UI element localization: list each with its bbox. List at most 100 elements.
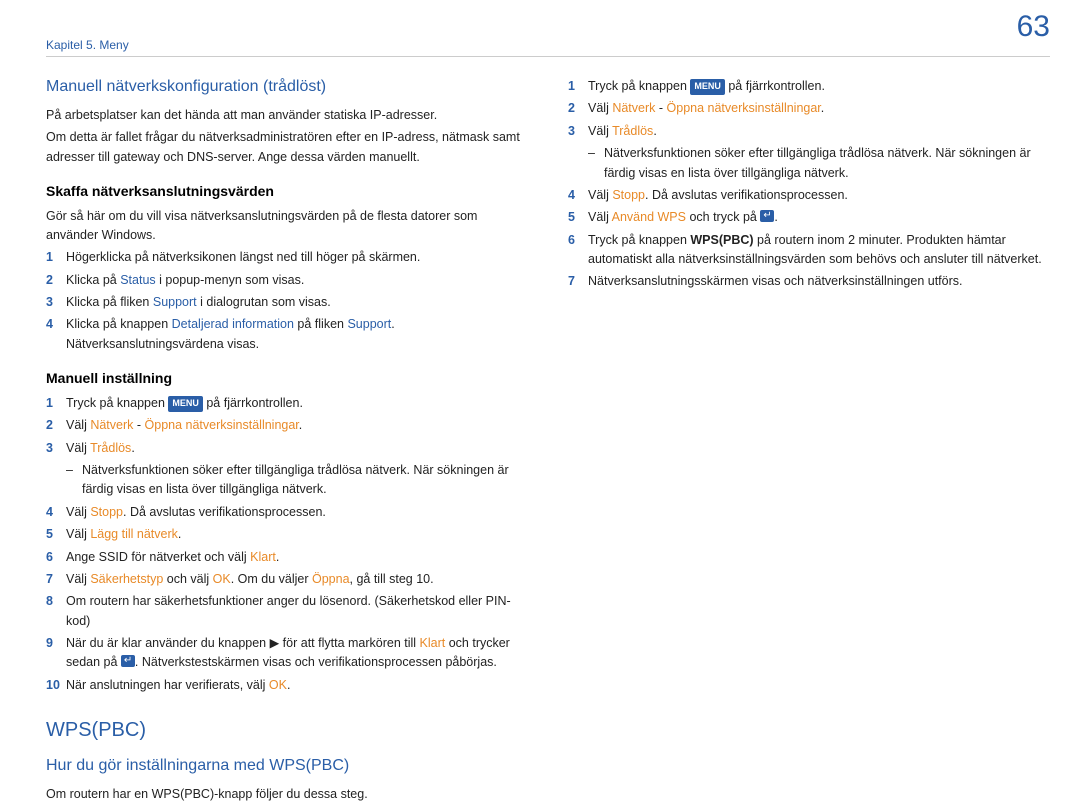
step-text: Klicka på <box>66 273 120 287</box>
sub-text: Nätverksfunktionen söker efter tillgängl… <box>604 146 1031 179</box>
step-text: När anslutningen har verifierats, välj <box>66 678 269 692</box>
step-number: 2 <box>46 271 53 290</box>
content-columns: Manuell nätverkskonfiguration (trådlöst)… <box>0 75 1080 807</box>
step-text: Välj <box>588 124 612 138</box>
step-number: 4 <box>568 186 575 205</box>
ui-term: Trådlös <box>90 441 131 455</box>
step-text: Högerklicka på nätverksikonen längst ned… <box>66 250 420 264</box>
step-number: 2 <box>568 99 575 118</box>
step-text: Klicka på knappen <box>66 317 172 331</box>
step-number: 1 <box>46 394 53 413</box>
list-item: 4Välj Stopp. Då avslutas verifikationspr… <box>46 503 528 522</box>
step-text: . <box>287 678 290 692</box>
get-values-list: 1 Högerklicka på nätverksikonen längst ne… <box>46 248 528 354</box>
ui-term: Status <box>120 273 155 287</box>
step-number: 9 <box>46 634 53 653</box>
step-text: och tryck på <box>686 210 760 224</box>
list-item: 7Nätverksanslutningsskärmen visas och nä… <box>568 272 1050 291</box>
step-number: 1 <box>46 248 53 267</box>
ui-term: Nätverk <box>612 101 655 115</box>
step-text: . <box>653 124 656 138</box>
step-text: Välj <box>66 418 90 432</box>
paragraph: På arbetsplatser kan det hända att man a… <box>46 106 528 125</box>
list-item: 2 Klicka på Status i popup-menyn som visa… <box>46 271 528 290</box>
page-header: Kapitel 5. Meny 63 <box>0 0 1080 52</box>
ui-term: Öppna nätverksinställningar <box>145 418 299 432</box>
ui-term: Stopp <box>612 188 645 202</box>
list-item: 5Välj Lägg till nätverk. <box>46 525 528 544</box>
list-item: 6Tryck på knappen WPS(PBC) på routern in… <box>568 231 1050 270</box>
enter-button-icon <box>760 210 774 222</box>
header-divider <box>46 56 1050 57</box>
step-text: Om routern har säkerhetsfunktioner anger… <box>66 594 511 627</box>
paragraph: Gör så här om du vill visa nätverksanslu… <box>46 207 528 246</box>
heading-wps-pbc: WPS(PBC) <box>46 715 528 746</box>
ui-term: Säkerhetstyp <box>90 572 163 586</box>
step-text: Välj <box>66 572 90 586</box>
step-number: 2 <box>46 416 53 435</box>
step-number: 8 <box>46 592 53 611</box>
list-item: 3 Välj Trådlös. <box>568 122 1050 141</box>
left-column: Manuell nätverkskonfiguration (trådlöst)… <box>46 75 528 807</box>
chapter-label: Kapitel 5. Meny <box>46 10 129 52</box>
step-text: i popup-menyn som visas. <box>156 273 305 287</box>
ui-term: Öppna nätverksinställningar <box>667 101 821 115</box>
manual-setting-list: 1Tryck på knappen MENU på fjärrkontrolle… <box>46 394 528 695</box>
page-number: 63 <box>1017 10 1050 44</box>
step-number: 6 <box>46 548 53 567</box>
step-text: Välj <box>588 188 612 202</box>
heading-manual-config: Manuell nätverkskonfiguration (trådlöst) <box>46 75 528 100</box>
wps-list: 1Tryck på knappen MENU på fjärrkontrolle… <box>568 77 1050 292</box>
menu-button-icon: MENU <box>690 79 725 95</box>
menu-button-icon: MENU <box>168 396 203 412</box>
sub-text: Nätverksfunktionen söker efter tillgängl… <box>82 463 509 496</box>
step-text: Välj <box>588 210 612 224</box>
list-item: 6Ange SSID för nätverket och välj Klart. <box>46 548 528 567</box>
list-item: 1Tryck på knappen MENU på fjärrkontrolle… <box>568 77 1050 96</box>
step-number: 5 <box>568 208 575 227</box>
step-text: Nätverksanslutningsskärmen visas och nät… <box>588 274 962 288</box>
step-text: Tryck på knappen <box>588 233 690 247</box>
step-text: Tryck på knappen <box>588 79 690 93</box>
ui-term: Använd WPS <box>612 210 686 224</box>
list-item: 7Välj Säkerhetstyp och välj OK. Om du vä… <box>46 570 528 589</box>
step-text: . <box>131 441 134 455</box>
step-text: . Nätverkstestskärmen visas och verifika… <box>135 655 497 669</box>
step-text: i dialogrutan som visas. <box>197 295 331 309</box>
step-number: 3 <box>46 439 53 458</box>
step-number: 3 <box>46 293 53 312</box>
step-text: . Då avslutas verifikationsprocessen. <box>123 505 326 519</box>
ui-term: Support <box>347 317 391 331</box>
list-item: 10När anslutningen har verifierats, välj… <box>46 676 528 695</box>
step-text: Välj <box>588 101 612 115</box>
list-item: 1Tryck på knappen MENU på fjärrkontrolle… <box>46 394 528 413</box>
ui-term: Klart <box>250 550 276 564</box>
paragraph: Om detta är fallet frågar du nätverksadm… <box>46 128 528 167</box>
right-column: 1Tryck på knappen MENU på fjärrkontrolle… <box>568 75 1050 807</box>
dash-bullet: ‒ <box>588 144 595 163</box>
step-number: 3 <box>568 122 575 141</box>
step-text: . <box>178 527 181 541</box>
bold-term: WPS(PBC) <box>690 233 753 247</box>
list-item: 1 Högerklicka på nätverksikonen längst ne… <box>46 248 528 267</box>
step-text: Välj <box>66 527 90 541</box>
ui-term: Lägg till nätverk <box>90 527 178 541</box>
list-item: 9När du är klar använder du knappen ▶ fö… <box>46 634 528 673</box>
ui-term: Stopp <box>90 505 123 519</box>
list-item: 3Klicka på fliken Support i dialogrutan … <box>46 293 528 312</box>
step-text: Ange SSID för nätverket och välj <box>66 550 250 564</box>
step-text: på fjärrkontrollen. <box>725 79 825 93</box>
step-text: . Om du väljer <box>231 572 312 586</box>
enter-button-icon <box>121 655 135 667</box>
step-text: Tryck på knappen <box>66 396 168 410</box>
list-item: 2Välj Nätverk - Öppna nätverksinställnin… <box>568 99 1050 118</box>
paragraph: Om routern har en WPS(PBC)-knapp följer … <box>46 785 528 804</box>
ui-term: Trådlös <box>612 124 653 138</box>
step-text: . <box>774 210 777 224</box>
step-text: och välj <box>163 572 212 586</box>
step-number: 4 <box>46 503 53 522</box>
list-item: 2Välj Nätverk - Öppna nätverksinställnin… <box>46 416 528 435</box>
heading-get-values: Skaffa nätverksanslutningsvärden <box>46 181 528 203</box>
step-text: - <box>133 418 144 432</box>
list-item: 4Välj Stopp. Då avslutas verifikationspr… <box>568 186 1050 205</box>
